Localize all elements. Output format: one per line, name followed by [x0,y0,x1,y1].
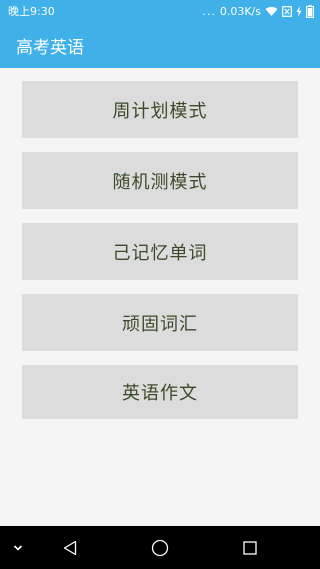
sim-off-icon [282,5,292,17]
home-circle-icon[interactable] [148,526,172,569]
english-composition-button[interactable]: 英语作文 [22,365,298,419]
random-test-mode-button[interactable]: 随机测模式 [22,152,298,209]
memorized-words-button[interactable]: 己记忆单词 [22,223,298,280]
app-bar: 高考英语 [0,22,320,68]
wifi-icon [265,6,278,17]
status-notification-dots: ... [202,4,216,18]
stubborn-vocabulary-button[interactable]: 顽固词汇 [22,294,298,351]
collapse-chevron-icon[interactable] [8,526,28,569]
weekly-plan-mode-button[interactable]: 周计划模式 [22,81,298,138]
system-nav-bar [0,526,320,569]
network-speed: 0.03K/s [219,4,261,18]
back-triangle-icon[interactable] [58,526,82,569]
status-time: 晚上9:30 [8,5,55,18]
status-bar: 晚上9:30 ... 0.03K/s [0,0,320,22]
battery-icon [306,4,314,18]
main-content: 周计划模式 随机测模式 己记忆单词 顽固词汇 英语作文 [0,68,320,526]
charging-icon [296,5,302,17]
recents-square-icon[interactable] [238,526,262,569]
app-title: 高考英语 [16,37,84,58]
